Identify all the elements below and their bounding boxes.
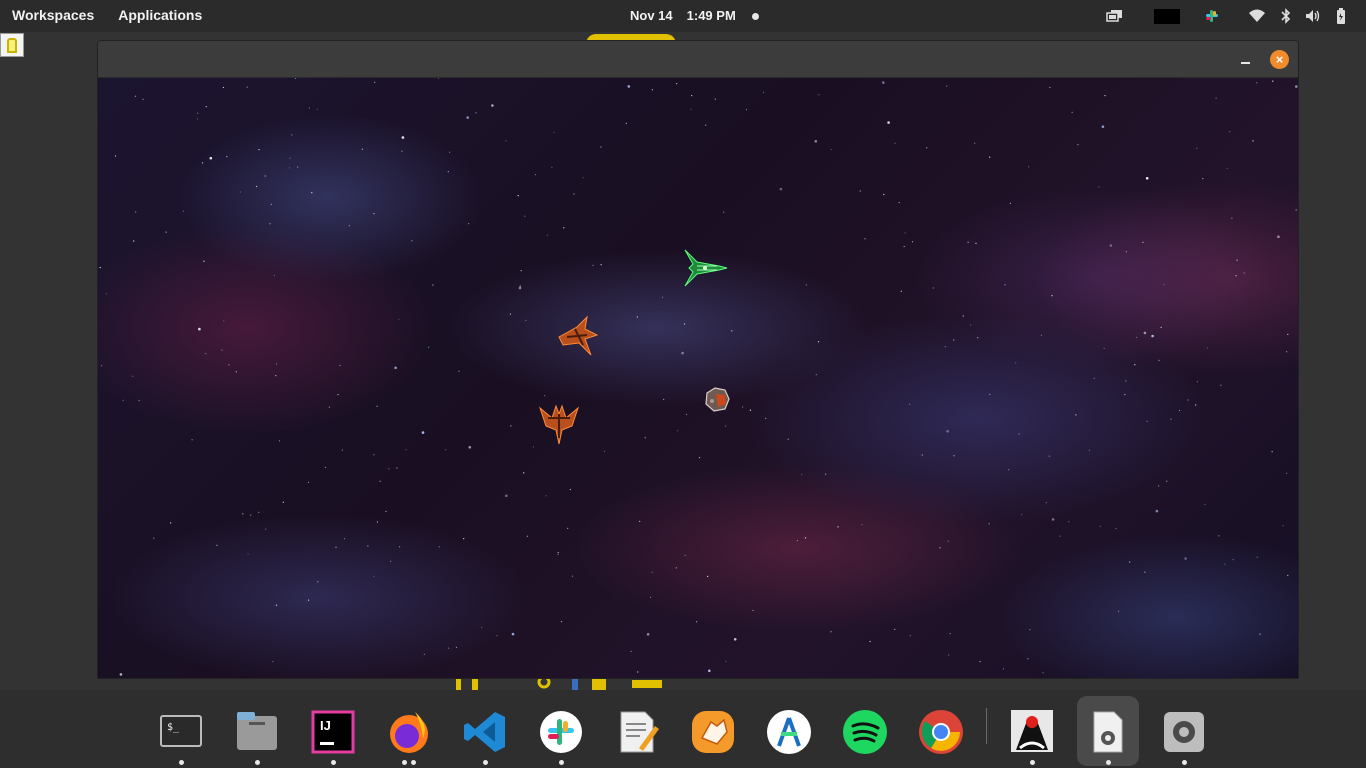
running-indicator: [1001, 760, 1063, 766]
settings-file-icon: [1093, 711, 1123, 753]
running-dot: [411, 760, 416, 765]
running-dot: [1181, 760, 1187, 765]
running-dot: [482, 760, 488, 765]
running-dot: [402, 760, 407, 765]
dock-item-settings-file[interactable]: [1077, 696, 1139, 766]
game-canvas[interactable]: [98, 78, 1298, 678]
intellij-idea-icon: IJ: [311, 710, 355, 754]
running-dot: [254, 760, 260, 765]
dock-item-spotify[interactable]: [834, 696, 896, 766]
clock[interactable]: Nov 14 1:49 PM: [630, 8, 736, 23]
running-dot: [558, 760, 564, 765]
window-titlebar[interactable]: ×: [98, 41, 1298, 78]
slack-icon: [540, 711, 582, 753]
game-window: ×: [97, 40, 1299, 679]
battery-icon[interactable]: [1334, 7, 1348, 25]
dock: $_ IJ: [0, 690, 1366, 768]
files-icon: [237, 712, 277, 750]
desktop-file-icon[interactable]: [0, 33, 24, 57]
notification-dot-icon: [752, 13, 759, 20]
dock-item-intellij-idea[interactable]: IJ: [302, 696, 364, 766]
dock-item-system-settings[interactable]: [1153, 696, 1215, 766]
dock-item-slack[interactable]: [530, 696, 592, 766]
system-settings-icon: [1164, 712, 1204, 752]
dock-item-vs-code[interactable]: [454, 696, 516, 766]
minimize-button[interactable]: [1237, 51, 1255, 69]
minimize-icon: [1241, 62, 1250, 64]
bravo-app-icon: [692, 711, 734, 753]
dock-separator: [986, 708, 987, 744]
date-label: Nov 14: [630, 8, 673, 23]
dock-item-terminal[interactable]: $_: [150, 696, 212, 766]
running-indicator: [226, 760, 288, 766]
java-icon: [1011, 710, 1053, 752]
spotify-icon: [843, 710, 887, 754]
dock-item-java[interactable]: [1001, 696, 1063, 766]
starfield: [99, 78, 1298, 676]
close-icon: ×: [1275, 52, 1284, 67]
text-editor-icon: [620, 711, 659, 753]
running-indicator: [682, 760, 744, 766]
running-indicator: [302, 760, 364, 766]
slack-tray-icon[interactable]: [1203, 7, 1221, 25]
firefox-icon: [390, 712, 428, 753]
vs-code-icon: [464, 712, 505, 752]
running-dot: [178, 760, 184, 765]
applications-button[interactable]: Applications: [118, 7, 202, 23]
running-indicator: [1077, 760, 1139, 766]
terminal-icon: $_: [160, 715, 202, 747]
workspaces-button[interactable]: Workspaces: [12, 7, 94, 23]
svg-text:IJ: IJ: [320, 718, 331, 733]
running-dot: [330, 760, 336, 765]
dock-item-android-studio[interactable]: [758, 696, 820, 766]
wifi-icon[interactable]: [1248, 7, 1266, 25]
running-dot: [1105, 760, 1111, 765]
android-studio-icon: [767, 710, 811, 754]
running-indicator: [1153, 760, 1215, 766]
black-rect-icon[interactable]: [1154, 7, 1180, 25]
svg-text:$_: $_: [167, 722, 180, 733]
time-label: 1:49 PM: [686, 8, 736, 23]
dock-item-bravo-app[interactable]: [682, 696, 744, 766]
volume-icon[interactable]: [1304, 7, 1322, 25]
asteroid-sprite[interactable]: [703, 385, 731, 413]
enemy-ship-sprite[interactable]: [557, 315, 599, 357]
dock-item-chrome[interactable]: [910, 696, 972, 766]
running-dot: [1029, 760, 1035, 765]
running-indicator: [834, 760, 896, 766]
close-button[interactable]: ×: [1270, 50, 1289, 69]
running-indicator: [910, 760, 972, 766]
bluetooth-icon[interactable]: [1279, 7, 1293, 25]
enemy-ship-sprite[interactable]: [538, 404, 580, 446]
running-indicator: [758, 760, 820, 766]
top-panel: Workspaces Applications Nov 14 1:49 PM: [0, 0, 1366, 32]
running-indicator: [150, 760, 212, 766]
running-indicator: [378, 760, 440, 766]
dock-item-text-editor[interactable]: [606, 696, 668, 766]
running-indicator: [606, 760, 668, 766]
dock-item-files[interactable]: [226, 696, 288, 766]
dock-item-firefox[interactable]: [378, 696, 440, 766]
running-indicator: [454, 760, 516, 766]
green-starfighter-sprite[interactable]: [683, 248, 729, 288]
running-indicator: [530, 760, 592, 766]
display-icon[interactable]: [1105, 7, 1125, 25]
chrome-icon: [919, 710, 963, 754]
